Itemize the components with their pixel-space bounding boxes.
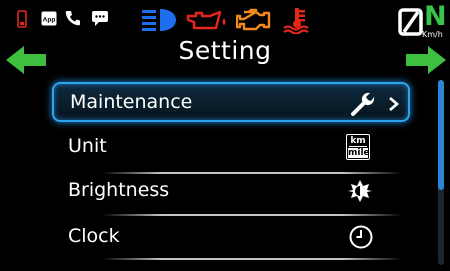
clock-icon [349, 225, 373, 249]
menu-item-label: Unit [68, 135, 107, 157]
message-icon [92, 11, 108, 26]
engine-check-icon [236, 8, 271, 31]
page-title: Setting [178, 36, 272, 65]
wrench-icon [351, 92, 375, 116]
menu-item-clock[interactable]: Clock [52, 218, 410, 258]
menu-item-brightness[interactable]: Brightness [52, 172, 410, 212]
menu-item-unit[interactable]: Unit km mile [52, 128, 410, 168]
oil-pressure-icon [186, 10, 226, 30]
menu-item-label: Brightness [68, 179, 170, 201]
menu-item-maintenance[interactable]: Maintenance [52, 82, 410, 122]
menu-separator [102, 172, 402, 174]
scrollbar-thumb[interactable] [438, 80, 444, 190]
settings-screen: App N Km/h Setting Maintenance Unit km m… [0, 0, 450, 271]
menu-separator [102, 214, 402, 216]
km-mile-icon: km mile [346, 134, 370, 160]
menu-item-label: Maintenance [70, 91, 193, 113]
phone-battery-icon [17, 10, 27, 28]
mile-label: mile [348, 148, 370, 158]
km-label: km [349, 136, 367, 147]
coolant-temp-icon [283, 8, 309, 34]
chevron-right-icon [389, 97, 399, 111]
speed-value: N [424, 1, 447, 32]
call-icon [65, 11, 80, 26]
menu-item-label: Clock [68, 225, 120, 247]
app-icon-label: App [43, 17, 56, 24]
menu-separator [102, 258, 402, 260]
app-icon: App [41, 11, 57, 26]
forward-arrow-icon[interactable] [404, 44, 448, 76]
headlight-icon [142, 9, 176, 31]
brightness-icon [348, 180, 372, 202]
